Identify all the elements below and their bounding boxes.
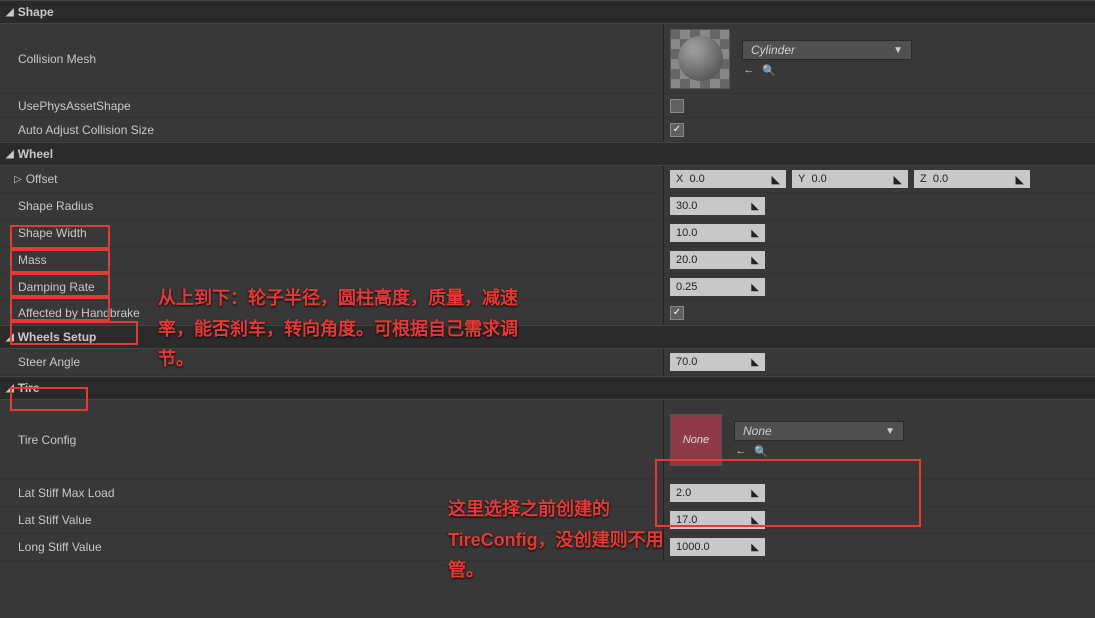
label-damping-rate: Damping Rate [14,280,95,294]
back-arrow-icon[interactable]: ← [734,444,748,458]
spinner-icon: ◣ [751,488,759,499]
spinner-icon: ◣ [751,228,759,239]
checkbox-auto-adjust[interactable]: ✓ [670,123,684,137]
tire-config-dropdown[interactable]: None ▼ [734,421,904,441]
expand-icon: ◢ [6,332,14,343]
offset-z-input[interactable]: Z 0.0 ◣ [914,170,1030,188]
section-label: Wheel [18,147,53,161]
expand-right-icon[interactable]: ▷ [14,174,22,185]
row-auto-adjust: Auto Adjust Collision Size ✓ [0,118,1095,142]
spinner-icon: ◣ [1016,173,1024,186]
section-label: Wheels Setup [18,330,97,344]
offset-y-input[interactable]: Y 0.0 ◣ [792,170,908,188]
label-affected-handbrake: Affected by Handbrake [14,306,140,320]
back-arrow-icon[interactable]: ← [742,63,756,77]
spinner-icon: ◣ [751,201,759,212]
label-shape-radius: Shape Radius [14,199,93,213]
spinner-icon: ◣ [894,173,902,186]
expand-icon: ◢ [6,149,14,160]
search-icon[interactable]: 🔍 [754,444,768,458]
offset-x-input[interactable]: X 0.0 ◣ [670,170,786,188]
row-damping-rate: Damping Rate 0.25 ◣ [0,274,1095,301]
lat-stiff-max-load-input[interactable]: 2.0 ◣ [670,484,765,502]
mesh-thumbnail[interactable] [670,29,730,89]
expand-icon: ◢ [6,383,14,394]
label-shape-width: Shape Width [14,226,87,240]
row-use-phys-asset: UsePhysAssetShape [0,94,1095,118]
label-long-stiff-value: Long Stiff Value [14,540,102,554]
label-auto-adjust: Auto Adjust Collision Size [14,123,154,137]
spinner-icon: ◣ [751,255,759,266]
chevron-down-icon: ▼ [893,45,903,56]
mesh-dropdown-label: Cylinder [751,43,795,57]
spinner-icon: ◣ [751,282,759,293]
checkbox-use-phys-asset[interactable] [670,99,684,113]
section-wheels-setup[interactable]: ◢ Wheels Setup [0,325,1095,349]
row-tire-config: Tire Config None None ▼ ← 🔍 [0,400,1095,480]
spinner-icon: ◣ [751,357,759,368]
row-lat-stiff-max-load: Lat Stiff Max Load 2.0 ◣ [0,480,1095,507]
row-lat-stiff-value: Lat Stiff Value 17.0 ◣ [0,507,1095,534]
cylinder-icon [678,36,723,81]
row-long-stiff-value: Long Stiff Value 1000.0 ◣ [0,534,1095,561]
spinner-icon: ◣ [751,515,759,526]
steer-angle-input[interactable]: 70.0 ◣ [670,353,765,371]
checkbox-affected-handbrake[interactable]: ✓ [670,306,684,320]
long-stiff-value-input[interactable]: 1000.0 ◣ [670,538,765,556]
label-steer-angle: Steer Angle [14,355,80,369]
label-collision-mesh: Collision Mesh [14,52,96,66]
section-label: Shape [18,5,54,19]
shape-radius-input[interactable]: 30.0 ◣ [670,197,765,215]
row-shape-width: Shape Width 10.0 ◣ [0,220,1095,247]
row-affected-handbrake: Affected by Handbrake ✓ [0,301,1095,325]
section-shape[interactable]: ◢ Shape [0,0,1095,24]
chevron-down-icon: ▼ [885,426,895,437]
section-label: Tire [18,381,40,395]
tire-thumbnail[interactable]: None [670,414,722,466]
search-icon[interactable]: 🔍 [762,63,776,77]
expand-icon: ◢ [6,7,14,18]
spinner-icon: ◣ [751,542,759,553]
row-collision-mesh: Collision Mesh Cylinder ▼ ← 🔍 [0,24,1095,94]
label-use-phys-asset: UsePhysAssetShape [14,99,131,113]
label-lat-stiff-max-load: Lat Stiff Max Load [14,486,115,500]
label-lat-stiff-value: Lat Stiff Value [14,513,92,527]
label-offset: Offset [26,172,58,186]
row-offset: ▷ Offset X 0.0 ◣ Y 0.0 ◣ Z 0.0 ◣ [0,166,1095,193]
row-mass: Mass 20.0 ◣ [0,247,1095,274]
damping-rate-input[interactable]: 0.25 ◣ [670,278,765,296]
spinner-icon: ◣ [772,173,780,186]
mesh-dropdown[interactable]: Cylinder ▼ [742,40,912,60]
mass-input[interactable]: 20.0 ◣ [670,251,765,269]
section-wheel[interactable]: ◢ Wheel [0,142,1095,166]
lat-stiff-value-input[interactable]: 17.0 ◣ [670,511,765,529]
shape-width-input[interactable]: 10.0 ◣ [670,224,765,242]
tire-dropdown-label: None [743,424,772,438]
row-shape-radius: Shape Radius 30.0 ◣ [0,193,1095,220]
label-mass: Mass [14,253,47,267]
section-tire[interactable]: ◢ Tire [0,376,1095,400]
label-tire-config: Tire Config [14,433,76,447]
row-steer-angle: Steer Angle 70.0 ◣ [0,349,1095,376]
